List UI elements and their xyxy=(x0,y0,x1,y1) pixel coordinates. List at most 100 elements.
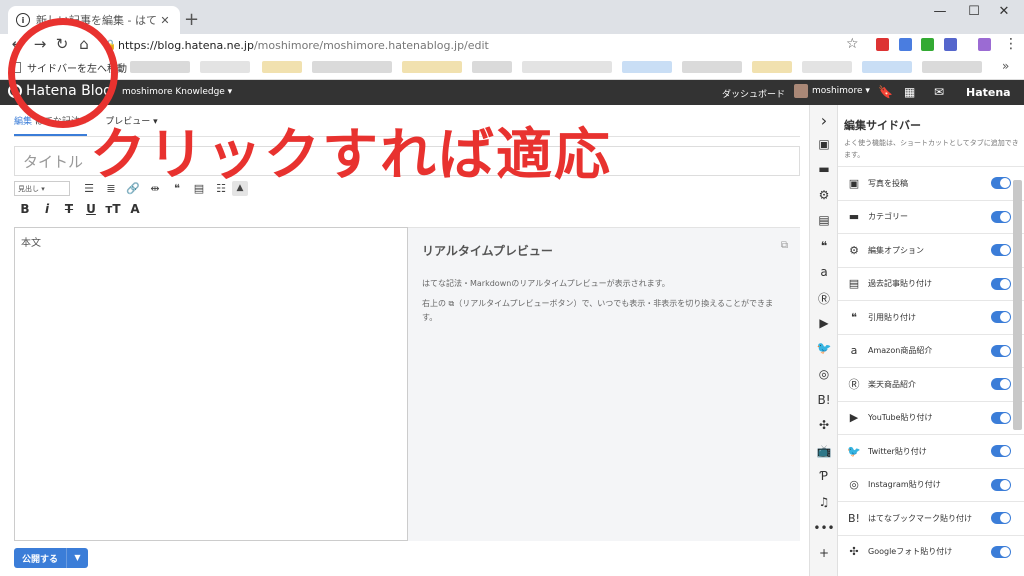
rail-shortcut-icon[interactable]: ♫ xyxy=(810,495,838,509)
sidebar-item[interactable]: ▣ 写真を投稿 xyxy=(838,166,1024,200)
shortcut-toggle[interactable] xyxy=(991,210,1011,223)
rail-shortcut-icon[interactable]: Ⓡ xyxy=(810,290,838,307)
preview-toggle-icon[interactable]: ⧉ xyxy=(781,240,788,251)
sidebar-item[interactable]: ⚙ 編集オプション xyxy=(838,233,1024,267)
heading-select[interactable]: 見出し ▾ xyxy=(14,180,70,196)
rail-shortcut-icon[interactable]: ⚙ xyxy=(810,188,838,202)
blurred-bookmark[interactable] xyxy=(622,61,672,73)
address-bar[interactable]: 🔒 https://blog.hatena.ne.jp /moshimore/m… xyxy=(104,35,864,55)
rail-shortcut-icon[interactable]: 🐦 xyxy=(810,341,838,355)
sidebar-item[interactable]: ▶ YouTube貼り付け xyxy=(838,400,1024,435)
url-path: /moshimore/moshimore.hatenablog.jp/edit xyxy=(253,38,489,52)
blurred-bookmark[interactable] xyxy=(522,61,612,73)
rail-shortcut-icon[interactable]: a xyxy=(810,265,838,279)
sidebar-item[interactable]: ✣ Googleフォト貼り付け xyxy=(838,534,1024,569)
hatena-favicon-icon: i xyxy=(16,13,30,27)
blurred-bookmark[interactable] xyxy=(200,61,250,73)
username: moshimore ▾ xyxy=(812,86,870,96)
blurred-bookmark[interactable] xyxy=(472,61,512,73)
shortcut-toggle[interactable] xyxy=(991,445,1011,458)
bookmarks-overflow-icon[interactable]: » xyxy=(1002,59,1009,73)
strikethrough-icon[interactable]: T xyxy=(58,202,80,216)
shortcut-toggle[interactable] xyxy=(991,411,1011,424)
notification-bookmark-icon[interactable]: 🔖 xyxy=(878,85,893,99)
dashboard-link[interactable]: ダッシュボード xyxy=(722,87,785,100)
shortcut-toggle[interactable] xyxy=(991,277,1011,290)
blurred-bookmark[interactable] xyxy=(682,61,742,73)
message-icon[interactable]: ✉ xyxy=(934,85,944,99)
shortcut-toggle[interactable] xyxy=(991,177,1011,190)
rail-shortcut-icon[interactable]: B! xyxy=(810,393,838,407)
italic-icon[interactable]: i xyxy=(36,202,58,216)
sidebar-item[interactable]: Ⓡ 楽天商品紹介 xyxy=(838,367,1024,401)
sidebar-item-icon: ⚙ xyxy=(849,243,859,257)
shortcut-toggle[interactable] xyxy=(991,478,1011,491)
rail-shortcut-icon[interactable]: ✣ xyxy=(810,418,838,432)
shortcut-toggle[interactable] xyxy=(991,311,1011,324)
shortcut-toggle[interactable] xyxy=(991,512,1011,525)
rail-shortcut-icon[interactable]: ❝ xyxy=(810,239,838,253)
sidebar-item[interactable]: 🐦 Twitter貼り付け xyxy=(838,434,1024,468)
sidebar-item-label: Amazon商品紹介 xyxy=(868,346,933,356)
apps-grid-icon[interactable]: ▦ xyxy=(904,85,915,99)
rail-shortcut-icon[interactable]: 📺 xyxy=(810,444,838,458)
rail-shortcut-icon[interactable]: ▣ xyxy=(810,137,838,151)
rail-shortcut-icon[interactable]: ▬ xyxy=(810,162,838,176)
rail-shortcut-icon[interactable]: ◎ xyxy=(810,367,838,381)
profile-avatar[interactable] xyxy=(978,38,991,51)
blurred-bookmark[interactable] xyxy=(752,61,792,73)
sidebar-item[interactable]: ▤ 過去記事貼り付け xyxy=(838,266,1024,301)
bold-icon[interactable]: B xyxy=(14,202,36,216)
sidebar-item-icon: ◎ xyxy=(849,478,859,492)
extension-icon[interactable] xyxy=(921,38,934,51)
blurred-bookmark[interactable] xyxy=(802,61,852,73)
blurred-bookmark[interactable] xyxy=(862,61,912,73)
format-toolbar-row2: B i T U тT A xyxy=(14,201,146,217)
shortcut-toggle[interactable] xyxy=(991,244,1011,257)
body-textarea[interactable]: 本文 xyxy=(14,227,408,541)
hatena-brand-link[interactable]: Hatena xyxy=(966,86,1011,99)
rail-shortcut-icon[interactable]: + xyxy=(810,546,838,560)
sidebar-item-icon: ▤ xyxy=(848,277,860,291)
shortcut-toggle[interactable] xyxy=(991,378,1011,391)
blurred-bookmark[interactable] xyxy=(402,61,462,73)
sidebar-item[interactable]: ❝ 引用貼り付け xyxy=(838,300,1024,334)
sidebar-item-label: Googleフォト貼り付け xyxy=(868,547,953,557)
new-tab-button[interactable]: + xyxy=(184,9,199,30)
browser-menu-icon[interactable]: ⋮ xyxy=(1004,36,1018,52)
publish-dropdown-icon[interactable]: ▼ xyxy=(66,548,88,568)
sidebar-item-label: YouTube貼り付け xyxy=(868,413,933,423)
rail-shortcut-icon[interactable]: Ƥ xyxy=(810,469,838,483)
sidebar-item-label: Twitter貼り付け xyxy=(868,446,927,456)
sidebar-item[interactable]: a Amazon商品紹介 xyxy=(838,333,1024,368)
blurred-bookmark[interactable] xyxy=(262,61,302,73)
sidebar-item[interactable]: ◎ Instagram貼り付け xyxy=(838,467,1024,502)
blurred-bookmark[interactable] xyxy=(922,61,982,73)
annotation-text: クリックすれば適応 xyxy=(90,123,612,188)
rail-shortcut-icon[interactable]: ▶ xyxy=(810,316,838,330)
sidebar-item-icon: B! xyxy=(848,511,860,525)
rail-shortcut-icon[interactable]: ••• xyxy=(810,521,838,535)
sidebar-item[interactable]: B! はてなブックマーク貼り付け xyxy=(838,501,1024,535)
text-color-icon[interactable]: A xyxy=(124,202,146,216)
sidebar-item-label: 写真を投稿 xyxy=(868,178,908,188)
user-menu[interactable]: moshimore ▾ xyxy=(794,84,870,98)
sidebar-item[interactable]: ▬ カテゴリー xyxy=(838,199,1024,234)
extension-icon[interactable] xyxy=(899,38,912,51)
tab-close-icon[interactable]: ✕ xyxy=(158,14,172,27)
underline-icon[interactable]: U xyxy=(80,202,102,216)
chat-extension-icon[interactable] xyxy=(944,38,957,51)
shortcut-toggle[interactable] xyxy=(991,344,1011,357)
gmail-extension-icon[interactable] xyxy=(876,38,889,51)
publish-button[interactable]: 公開する ▼ xyxy=(14,548,88,568)
sidebar-scrollbar[interactable] xyxy=(1013,180,1022,430)
rail-shortcut-icon[interactable]: › xyxy=(810,111,838,130)
close-window-icon[interactable]: ✕ xyxy=(984,4,1024,19)
blurred-bookmark[interactable] xyxy=(130,61,190,73)
font-size-icon[interactable]: тT xyxy=(102,202,124,216)
blog-name-menu[interactable]: moshimore Knowledge ▾ xyxy=(122,87,232,97)
bookmark-star-icon[interactable]: ☆ xyxy=(846,36,859,52)
shortcut-toggle[interactable] xyxy=(991,545,1011,558)
blurred-bookmark[interactable] xyxy=(312,61,392,73)
rail-shortcut-icon[interactable]: ▤ xyxy=(810,213,838,227)
